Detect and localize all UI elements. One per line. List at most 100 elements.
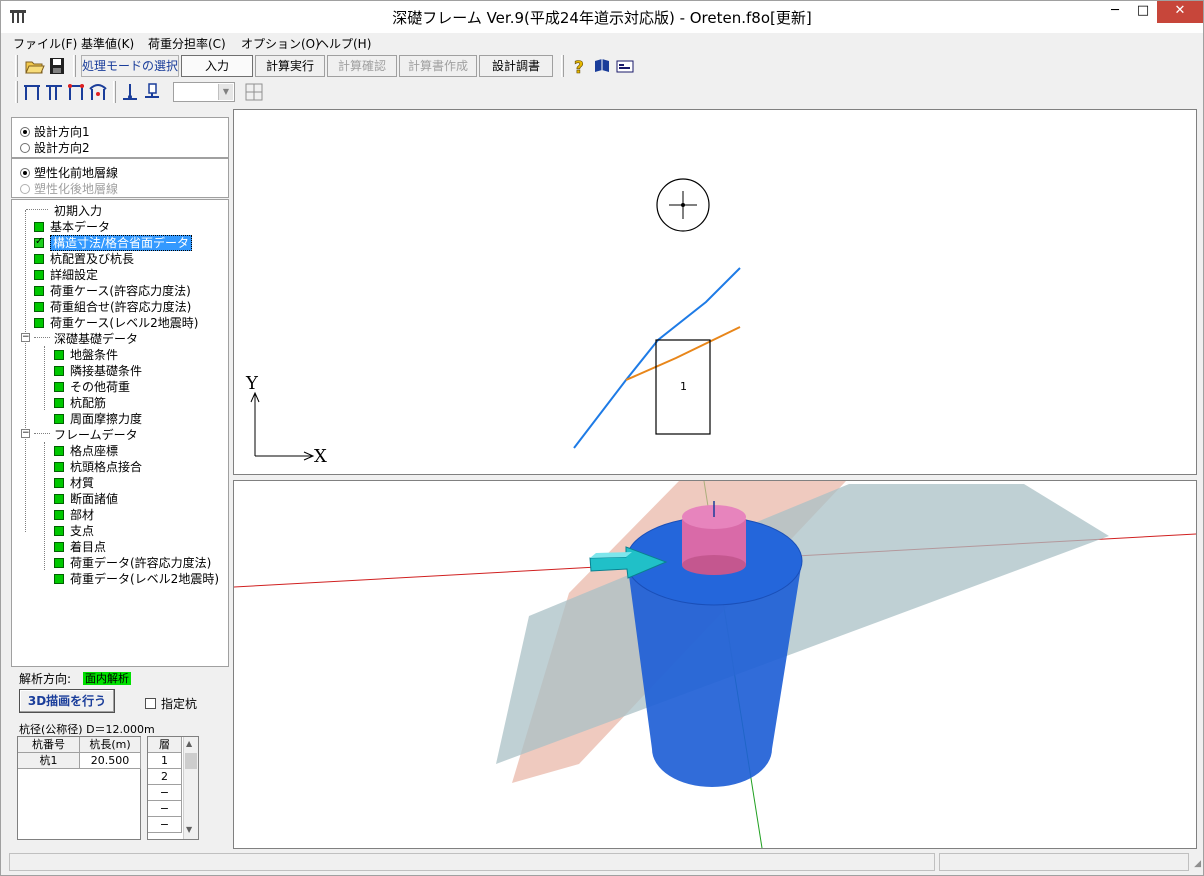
- pile-table-cell-no[interactable]: 杭1: [18, 753, 80, 769]
- strata-line-blue: [573, 267, 741, 449]
- tree-item-load-case[interactable]: 荷重ケース(許容応力度法): [34, 282, 191, 298]
- toolbar-grip-5[interactable]: [113, 81, 116, 103]
- tree-item-member[interactable]: 部材: [54, 506, 95, 522]
- analysis-badge: 面内解析: [83, 672, 131, 685]
- tree-label: 杭頭格点接合: [70, 460, 143, 474]
- toolbar-grip-2[interactable]: [73, 55, 76, 77]
- tree-item-load-data-l2[interactable]: 荷重データ(レベル2地震時): [54, 570, 219, 586]
- design-report-button[interactable]: 設計調書: [479, 55, 553, 77]
- pile-table-header-no: 杭番号: [18, 737, 80, 753]
- resize-grip-icon[interactable]: ◢: [1194, 859, 1201, 869]
- book-icon[interactable]: [591, 55, 613, 77]
- direction-option-1[interactable]: 設計方向1: [20, 123, 90, 140]
- card-icon[interactable]: [614, 55, 636, 77]
- pile-table-cell-length[interactable]: 20.500: [80, 753, 141, 769]
- tree-item-initial[interactable]: 初期入力: [26, 202, 102, 218]
- tree-item-section[interactable]: 断面諸値: [54, 490, 118, 506]
- menu-options[interactable]: オプション(O): [241, 35, 320, 52]
- load-icon[interactable]: [141, 81, 163, 103]
- strata-group: 塑性化前地層線 塑性化後地層線: [11, 158, 229, 198]
- input-mode-button[interactable]: 入力: [181, 55, 253, 77]
- tree-label: 部材: [70, 508, 95, 522]
- strata-option-1[interactable]: 塑性化前地層線: [20, 164, 118, 181]
- layer-table-row[interactable]: −: [148, 785, 182, 801]
- chevron-down-icon[interactable]: ▼: [186, 825, 192, 834]
- layer-table-row[interactable]: 2: [148, 769, 182, 785]
- tree-item-structure[interactable]: 構造寸法/格合省面データ: [34, 234, 193, 251]
- radio-selected-icon[interactable]: [20, 168, 30, 178]
- toolbar-grip-4[interactable]: [15, 81, 18, 103]
- tree-item-pile-head[interactable]: 杭頭格点接合: [54, 458, 143, 474]
- 3d-view[interactable]: [233, 480, 1197, 849]
- close-button[interactable]: ✕: [1157, 1, 1203, 23]
- pile-table-header-length: 杭長(m): [80, 737, 141, 753]
- tree-label: フレームデータ: [54, 428, 138, 442]
- grid-icon[interactable]: [243, 81, 265, 103]
- tree-item-focus-point[interactable]: 着目点: [54, 538, 106, 554]
- tree-item-basic[interactable]: 基本データ: [34, 218, 110, 234]
- tree-item-load-combo[interactable]: 荷重組合せ(許容応力度法): [34, 298, 191, 314]
- support-icon[interactable]: [119, 81, 141, 103]
- radio-icon[interactable]: [20, 143, 30, 153]
- tree-item-rebar[interactable]: 杭配筋: [54, 394, 106, 410]
- tree-item-detail[interactable]: 詳細設定: [34, 266, 98, 282]
- tree-item-friction[interactable]: 周面摩擦力度: [54, 410, 142, 426]
- menu-load-share[interactable]: 荷重分担率(C): [148, 35, 226, 52]
- frame-icon-3[interactable]: [65, 81, 87, 103]
- toolbar-grip-3[interactable]: [561, 55, 564, 77]
- tree-item-support[interactable]: 支点: [54, 522, 95, 538]
- menu-standard[interactable]: 基準値(K): [81, 35, 134, 52]
- layer-table: 層 1 2 − − − ▲ ▼: [147, 736, 199, 840]
- frame-icon-2[interactable]: [43, 81, 65, 103]
- layer-table-scrollbar[interactable]: ▲ ▼: [183, 737, 198, 839]
- strata-option-1-label: 塑性化前地層線: [34, 166, 119, 180]
- maximize-button[interactable]: □: [1129, 1, 1157, 23]
- save-icon[interactable]: [46, 55, 68, 77]
- status-green-icon: [54, 398, 64, 408]
- collapse-icon[interactable]: −: [21, 429, 30, 438]
- help-icon[interactable]: ?: [568, 55, 590, 77]
- open-folder-icon[interactable]: [23, 55, 45, 77]
- layer-table-row[interactable]: −: [148, 801, 182, 817]
- layer-table-row[interactable]: 1: [148, 753, 182, 769]
- checkbox-icon[interactable]: [145, 698, 156, 709]
- tree-item-material[interactable]: 材質: [54, 474, 94, 490]
- tree-line: [44, 346, 45, 410]
- radio-icon[interactable]: [20, 184, 30, 194]
- draw-3d-button[interactable]: 3D描画を行う: [19, 689, 115, 713]
- tree-item-load-data[interactable]: 荷重データ(許容応力度法): [54, 554, 211, 570]
- report-create-button[interactable]: 計算書作成: [399, 55, 477, 77]
- menu-help[interactable]: ヘルプ(H): [317, 35, 371, 52]
- tree-item-node-coord[interactable]: 格点座標: [54, 442, 118, 458]
- chevron-up-icon[interactable]: ▲: [186, 739, 192, 748]
- strata-option-2[interactable]: 塑性化後地層線: [20, 180, 118, 197]
- frame-icon-4[interactable]: [87, 81, 109, 103]
- chevron-down-icon[interactable]: ▼: [218, 84, 233, 100]
- tree-item-frame[interactable]: フレームデータ: [34, 426, 138, 442]
- calc-check-button[interactable]: 計算確認: [327, 55, 397, 77]
- status-green-icon: [54, 526, 64, 536]
- menu-file[interactable]: ファイル(F): [13, 35, 77, 52]
- tree-label: 支点: [70, 524, 95, 538]
- plan-view[interactable]: 1 Y X: [233, 109, 1197, 475]
- minimize-button[interactable]: ─: [1101, 1, 1129, 23]
- tree-item-deep-foundation[interactable]: 深礎基礎データ: [34, 330, 138, 346]
- tree-item-other-load[interactable]: その他荷重: [54, 378, 130, 394]
- status-green-icon: [54, 366, 64, 376]
- direction-option-2[interactable]: 設計方向2: [20, 139, 90, 156]
- view-combo[interactable]: ▼: [173, 82, 235, 102]
- specify-pile-checkbox[interactable]: 指定杭: [145, 695, 197, 712]
- tree-item-ground[interactable]: 地盤条件: [54, 346, 119, 362]
- frame-icon-1[interactable]: [21, 81, 43, 103]
- calc-run-button[interactable]: 計算実行: [255, 55, 325, 77]
- tree-item-pile-layout[interactable]: 杭配置及び杭長: [34, 250, 134, 266]
- tree-label: 地盤条件: [70, 348, 119, 362]
- toolbar-grip[interactable]: [15, 55, 18, 77]
- layer-table-row[interactable]: −: [148, 817, 182, 833]
- tree-item-load-case-l2[interactable]: 荷重ケース(レベル2地震時): [34, 314, 198, 330]
- collapse-icon[interactable]: −: [21, 333, 30, 342]
- status-green-icon: [54, 462, 64, 472]
- scrollbar-thumb[interactable]: [185, 753, 197, 769]
- tree-item-adjacent[interactable]: 隣接基礎条件: [54, 362, 142, 378]
- radio-selected-icon[interactable]: [20, 127, 30, 137]
